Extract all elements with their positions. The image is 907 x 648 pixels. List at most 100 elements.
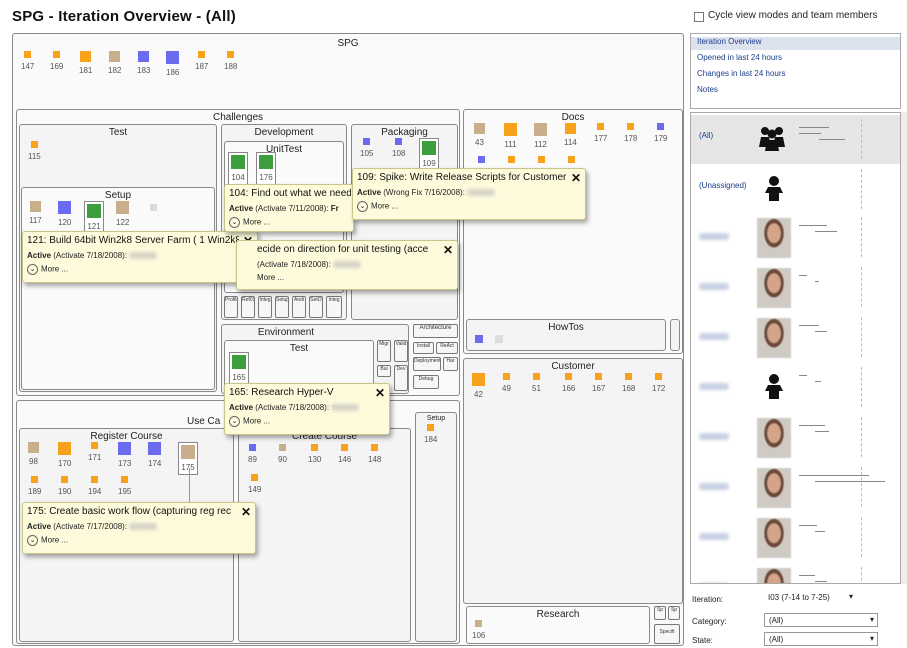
work-item[interactable]: 165 (229, 352, 249, 385)
work-item[interactable]: 179 (654, 123, 667, 143)
work-item[interactable]: 109 (419, 138, 439, 171)
work-item[interactable]: 106 (472, 620, 485, 640)
popup-165-more[interactable]: ⌄ More ... (229, 416, 270, 427)
view-item-changes[interactable]: Changes in last 24 hours (697, 69, 786, 78)
work-item[interactable]: 177 (594, 123, 607, 143)
work-item-square[interactable] (568, 156, 575, 163)
work-item[interactable]: 112 (534, 123, 547, 149)
member-all[interactable]: (All) (691, 115, 900, 164)
close-icon[interactable]: ✕ (443, 243, 453, 257)
area-create-course[interactable]: Create Course (238, 428, 411, 642)
member-row[interactable] (691, 563, 900, 583)
work-item[interactable]: 194 (88, 476, 101, 496)
iteration-dropdown[interactable]: I03 (7-14 to 7-25) (764, 591, 856, 605)
mini-dev-4[interactable]: Setup (275, 296, 289, 318)
mini-dev-3[interactable]: Integ (258, 296, 272, 318)
work-item[interactable]: 42 (472, 373, 485, 399)
work-item[interactable]: 184 (424, 424, 437, 444)
mini-env-a[interactable]: Migr (377, 340, 391, 362)
mini-dev-7[interactable]: Integ (326, 296, 342, 318)
member-scrollbar[interactable] (901, 112, 907, 584)
mini-env-b[interactable]: Valid (394, 340, 408, 362)
work-item[interactable]: 122 (116, 201, 129, 227)
cycle-checkbox[interactable] (694, 12, 704, 22)
popup-decide[interactable]: ecide on direction for unit testing (acc… (236, 240, 458, 290)
work-item-square[interactable] (508, 156, 515, 163)
area-docs-small[interactable] (670, 319, 680, 351)
mini-env-f[interactable]: ReAct (436, 342, 458, 354)
work-item[interactable]: 98 (28, 442, 39, 466)
member-row[interactable] (691, 413, 900, 462)
work-item-square[interactable] (538, 156, 545, 163)
work-item[interactable]: 182 (108, 51, 121, 75)
popup-175[interactable]: 175: Create basic work flow (capturing r… (22, 502, 256, 554)
member-row[interactable] (691, 213, 900, 262)
member-row[interactable] (691, 463, 900, 512)
mini-research-a[interactable]: Sp (654, 606, 666, 620)
view-item-opened[interactable]: Opened in last 24 hours (697, 53, 782, 62)
work-item[interactable]: 117 (29, 201, 42, 225)
work-item[interactable]: 189 (28, 476, 41, 496)
work-item[interactable]: 178 (624, 123, 637, 143)
member-row[interactable] (691, 313, 900, 362)
work-item[interactable]: 147 (21, 51, 34, 71)
popup-109[interactable]: 109: Spike: Write Release Scripts for Cu… (352, 168, 586, 220)
work-item[interactable]: 166 (562, 373, 575, 393)
mini-dev-5[interactable]: Andi (292, 296, 306, 318)
work-item[interactable]: 51 (532, 373, 541, 393)
mini-dev-1[interactable]: Profile (224, 296, 238, 318)
work-item[interactable]: 173 (118, 442, 131, 468)
view-item-notes[interactable]: Notes (697, 85, 718, 94)
view-item-iteration-overview[interactable]: Iteration Overview (691, 37, 900, 50)
state-dropdown[interactable]: (All) (764, 632, 878, 646)
popup-175-more[interactable]: ⌄ More ... (27, 535, 68, 546)
work-item[interactable]: 168 (622, 373, 635, 393)
work-item[interactable]: 149 (248, 474, 261, 494)
work-item[interactable]: 146 (338, 444, 351, 464)
work-item[interactable]: 174 (148, 442, 161, 468)
work-item[interactable]: 181 (79, 51, 92, 75)
work-item[interactable]: 43 (474, 123, 485, 147)
work-item[interactable]: 187 (195, 51, 208, 71)
popup-121-more[interactable]: ⌄ More ... (27, 264, 68, 275)
work-item[interactable]: 171 (88, 442, 101, 462)
area-research[interactable]: Research (466, 606, 650, 644)
mini-env-i[interactable]: Debug (413, 375, 439, 389)
work-item[interactable]: 130 (308, 444, 321, 464)
work-item[interactable]: 115 (28, 141, 41, 161)
work-item[interactable]: 49 (502, 373, 511, 393)
popup-121[interactable]: 121: Build 64bit Win2k8 Server Farm ( 1 … (22, 231, 258, 283)
popup-104-more[interactable]: ⌄ More ... (229, 217, 270, 228)
work-item[interactable]: 172 (652, 373, 665, 393)
popup-109-more[interactable]: ⌄ More ... (357, 201, 398, 212)
work-item[interactable]: 186 (166, 51, 179, 77)
work-item[interactable]: 188 (224, 51, 237, 71)
work-item[interactable]: 111 (504, 123, 517, 149)
mini-env-d[interactable]: Dev (394, 365, 408, 391)
popup-165[interactable]: 165: Research Hyper-V ✕ Active (Activate… (224, 383, 390, 435)
mini-dev-2[interactable]: Ref01 (241, 296, 255, 318)
work-item[interactable]: 183 (137, 51, 150, 75)
work-item[interactable]: 104 (228, 152, 248, 185)
category-dropdown[interactable]: (All) (764, 613, 878, 627)
work-item-square[interactable] (478, 156, 485, 163)
mini-research-c[interactable]: Specifi (654, 624, 680, 644)
work-item[interactable]: 190 (58, 476, 71, 496)
work-item[interactable]: 167 (592, 373, 605, 393)
work-item[interactable]: 114 (564, 123, 577, 147)
mini-architecture[interactable]: Architecture (413, 324, 458, 338)
work-item-square[interactable] (475, 335, 483, 343)
mini-env-g[interactable]: Deployment (413, 357, 441, 371)
work-item[interactable]: 195 (118, 476, 131, 496)
mini-env-h[interactable]: Har (443, 357, 458, 371)
mini-dev-6[interactable]: SetO (309, 296, 323, 318)
area-customer[interactable]: Customer (463, 358, 683, 604)
area-setup-2[interactable]: Setup (415, 412, 457, 642)
mini-env-c[interactable]: Bui (377, 365, 391, 377)
work-item[interactable]: 148 (368, 444, 381, 464)
close-icon[interactable]: ✕ (571, 171, 581, 185)
work-item[interactable]: 175 (178, 442, 198, 475)
member-row[interactable] (691, 513, 900, 562)
work-item[interactable]: 170 (58, 442, 71, 468)
work-item[interactable] (150, 204, 157, 215)
